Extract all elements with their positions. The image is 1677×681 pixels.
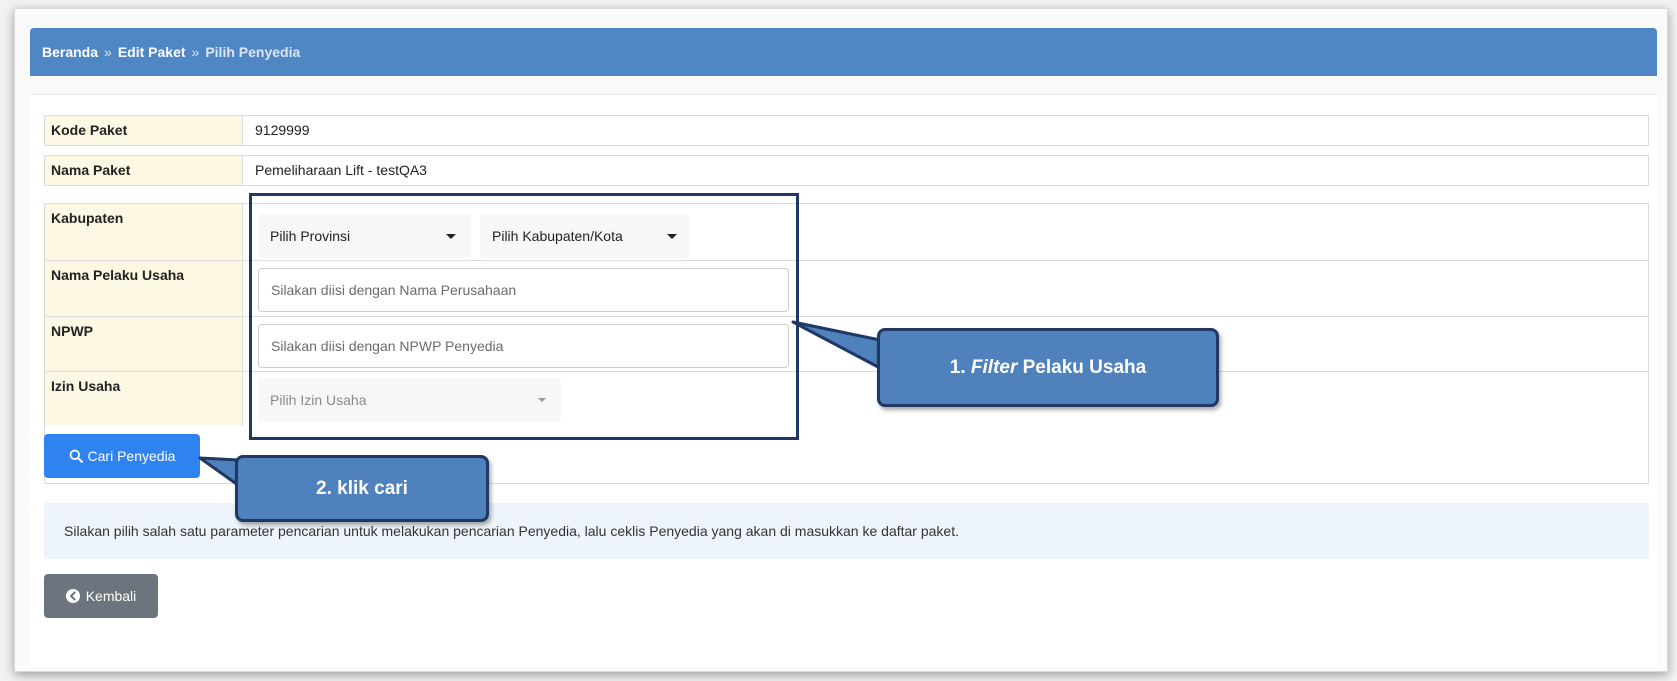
callout-1-suffix: Pelaku Usaha [1017,356,1147,378]
callout-1-italic: Filter [970,356,1018,378]
callout-pointers [198,320,882,487]
callout-klik-cari: 2. klik cari [235,455,489,522]
callout-1-prefix: 1. [949,356,971,378]
callout-filter-pelaku-usaha: 1. Filter Pelaku Usaha [877,328,1219,407]
callout-2-text: 2. klik cari [316,477,408,499]
